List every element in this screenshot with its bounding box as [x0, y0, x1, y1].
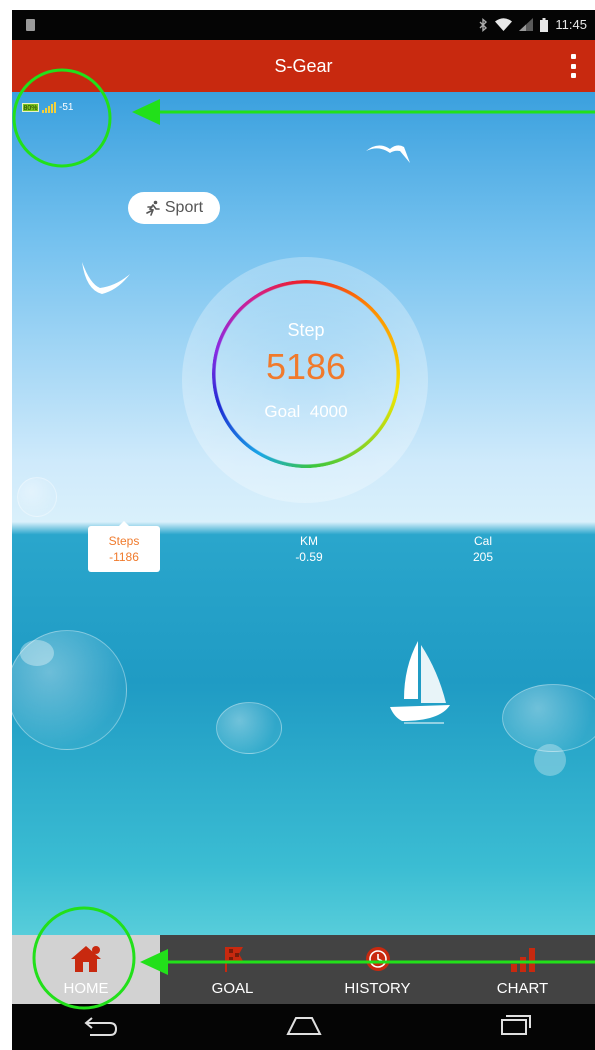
annotation-circle [32, 906, 136, 1010]
annotation-overlay [12, 68, 595, 1010]
annotation-circle [12, 68, 112, 168]
annotation-arrow [132, 99, 595, 125]
annotation-arrow [140, 949, 595, 975]
